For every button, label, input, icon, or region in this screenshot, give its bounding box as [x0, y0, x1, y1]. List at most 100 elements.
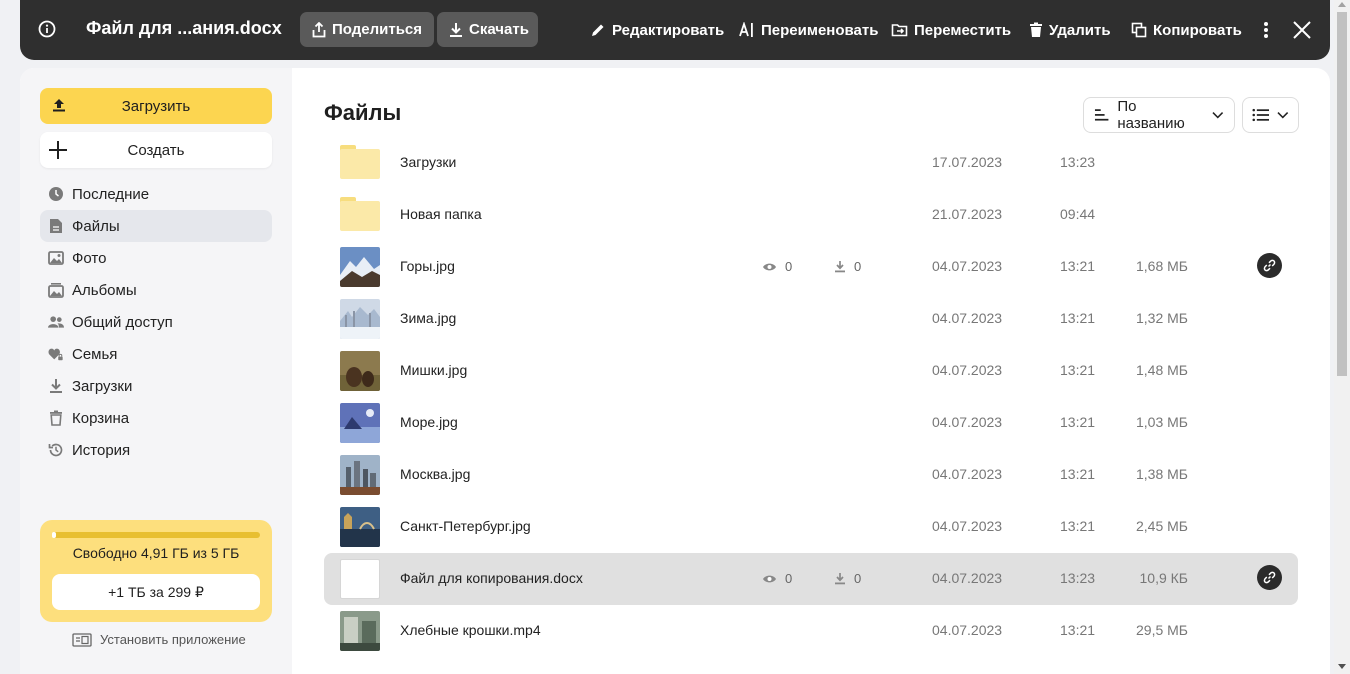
file-name[interactable]: Загрузки — [400, 154, 456, 170]
folder-icon — [340, 143, 380, 183]
file-name[interactable]: Москва.jpg — [400, 466, 470, 482]
upload-button[interactable]: Загрузить — [40, 88, 272, 124]
close-icon — [1293, 21, 1311, 39]
views-icon — [763, 263, 776, 270]
page-title: Файлы — [324, 100, 402, 125]
albums-icon — [48, 282, 64, 298]
document-thumbnail — [340, 559, 380, 599]
more-vertical-icon — [1264, 22, 1268, 38]
sort-label: По названию — [1117, 98, 1185, 132]
file-date: 04.07.2023 — [932, 622, 1003, 638]
rename-button[interactable]: Переименовать — [739, 19, 878, 41]
shared-icon — [48, 314, 64, 330]
create-button[interactable]: Создать — [40, 132, 272, 168]
copy-label: Копировать — [1153, 21, 1242, 39]
sidebar-item-label: Последние — [72, 185, 150, 203]
pencil-icon — [592, 24, 604, 36]
sidebar-item-family[interactable]: Семья — [40, 338, 272, 370]
scroll-down-arrow-icon[interactable] — [1338, 664, 1346, 669]
install-app-link[interactable]: Установить приложение — [72, 632, 246, 647]
file-name[interactable]: Новая папка — [400, 206, 482, 222]
history-icon — [48, 442, 64, 458]
file-list: Загрузки 17.07.2023 13:23 Новая папка 21.07.… — [324, 137, 1298, 657]
close-button[interactable] — [1292, 19, 1312, 41]
file-row[interactable]: Мишки.jpg 04.07.2023 13:21 1,48 МБ — [324, 345, 1298, 397]
download-icon — [48, 378, 64, 394]
image-thumbnail — [340, 299, 380, 339]
edit-label: Редактировать — [612, 21, 725, 39]
file-row[interactable]: Новая папка 21.07.2023 09:44 — [324, 189, 1298, 241]
delete-label: Удалить — [1049, 21, 1111, 39]
file-row[interactable]: Зима.jpg 04.07.2023 13:21 1,32 МБ — [324, 293, 1298, 345]
file-row[interactable]: Горы.jpg 0 0 04.07.2023 13:21 1,68 МБ — [324, 241, 1298, 293]
public-link-icon[interactable] — [1257, 253, 1282, 278]
file-size: 1,68 МБ — [1136, 258, 1188, 274]
page-scrollbar[interactable] — [1334, 0, 1350, 674]
download-button[interactable]: Скачать — [437, 12, 538, 47]
sidebar-item-label: Корзина — [72, 409, 130, 427]
scroll-up-arrow-icon[interactable] — [1338, 2, 1346, 7]
file-date: 04.07.2023 — [932, 258, 1003, 274]
sidebar-item-recent[interactable]: Последние — [40, 178, 272, 210]
clock-icon — [48, 186, 64, 202]
copy-button[interactable]: Копировать — [1131, 19, 1242, 41]
file-row[interactable]: Хлебные крошки.mp4 04.07.2023 13:21 29,5 МБ — [324, 605, 1298, 657]
sort-dropdown[interactable]: По названию — [1083, 97, 1235, 133]
sort-icon — [1094, 109, 1109, 121]
desktop-app-icon — [72, 632, 92, 647]
file-row[interactable]: Санкт-Петербург.jpg 04.07.2023 13:21 2,45 М… — [324, 501, 1298, 553]
file-time: 13:23 — [1060, 154, 1096, 170]
file-name[interactable]: Санкт-Петербург.jpg — [400, 518, 531, 534]
storage-bar-fill — [52, 532, 56, 538]
move-button[interactable]: Переместить — [891, 19, 1011, 41]
sidebar-item-downloads[interactable]: Загрузки — [40, 370, 272, 402]
sidebar-item-trash[interactable]: Корзина — [40, 402, 272, 434]
storage-card: Свободно 4,91 ГБ из 5 ГБ +1 ТБ за 299 ₽ — [40, 520, 272, 622]
view-mode-dropdown[interactable] — [1242, 97, 1299, 133]
file-icon — [48, 218, 64, 234]
file-name[interactable]: Зима.jpg — [400, 310, 456, 326]
move-icon — [891, 24, 908, 37]
file-row[interactable]: Загрузки 17.07.2023 13:23 — [324, 137, 1298, 189]
trash-icon — [1030, 22, 1042, 37]
install-app-label: Установить приложение — [100, 632, 246, 647]
file-row[interactable]: Файл для копирования.docx 0 0 04.07.2023 13:… — [324, 553, 1298, 605]
file-name[interactable]: Море.jpg — [400, 414, 458, 430]
sidebar-item-files[interactable]: Файлы — [40, 210, 272, 242]
trash-icon — [48, 410, 64, 426]
sidebar-item-photo[interactable]: Фото — [40, 242, 272, 274]
file-row[interactable]: Москва.jpg 04.07.2023 13:21 1,38 МБ — [324, 449, 1298, 501]
downloads-count: 0 — [834, 571, 861, 586]
download-label: Скачать — [469, 21, 529, 38]
sidebar-item-albums[interactable]: Альбомы — [40, 274, 272, 306]
file-name[interactable]: Хлебные крошки.mp4 — [400, 622, 541, 638]
upgrade-plan-button[interactable]: +1 ТБ за 299 ₽ — [52, 574, 260, 610]
more-button[interactable] — [1258, 19, 1274, 41]
delete-button[interactable]: Удалить — [1029, 19, 1111, 41]
plus-icon — [49, 141, 67, 159]
sidebar-item-history[interactable]: История — [40, 434, 272, 466]
sidebar-item-shared[interactable]: Общий доступ — [40, 306, 272, 338]
scrollbar-thumb[interactable] — [1337, 12, 1347, 376]
public-link-icon[interactable] — [1257, 565, 1282, 590]
chevron-down-icon — [1212, 112, 1224, 119]
file-time: 13:21 — [1060, 622, 1096, 638]
file-row[interactable]: Море.jpg 04.07.2023 13:21 1,03 МБ — [324, 397, 1298, 449]
sidebar-item-label: История — [72, 441, 131, 459]
image-thumbnail — [340, 403, 380, 443]
file-date: 04.07.2023 — [932, 310, 1003, 326]
download-icon — [450, 22, 462, 37]
file-name[interactable]: Файл для копирования.docx — [400, 570, 583, 586]
file-size: 1,03 МБ — [1136, 414, 1188, 430]
file-time: 13:21 — [1060, 362, 1096, 378]
info-icon[interactable] — [38, 20, 58, 40]
views-icon — [763, 575, 776, 582]
file-date: 17.07.2023 — [932, 154, 1003, 170]
share-button[interactable]: Поделиться — [300, 12, 435, 47]
file-name[interactable]: Горы.jpg — [400, 258, 455, 274]
file-time: 13:21 — [1060, 414, 1096, 430]
edit-button[interactable]: Редактировать — [590, 19, 724, 41]
file-name[interactable]: Мишки.jpg — [400, 362, 467, 378]
file-size: 1,38 МБ — [1136, 466, 1188, 482]
photo-icon — [48, 250, 64, 266]
